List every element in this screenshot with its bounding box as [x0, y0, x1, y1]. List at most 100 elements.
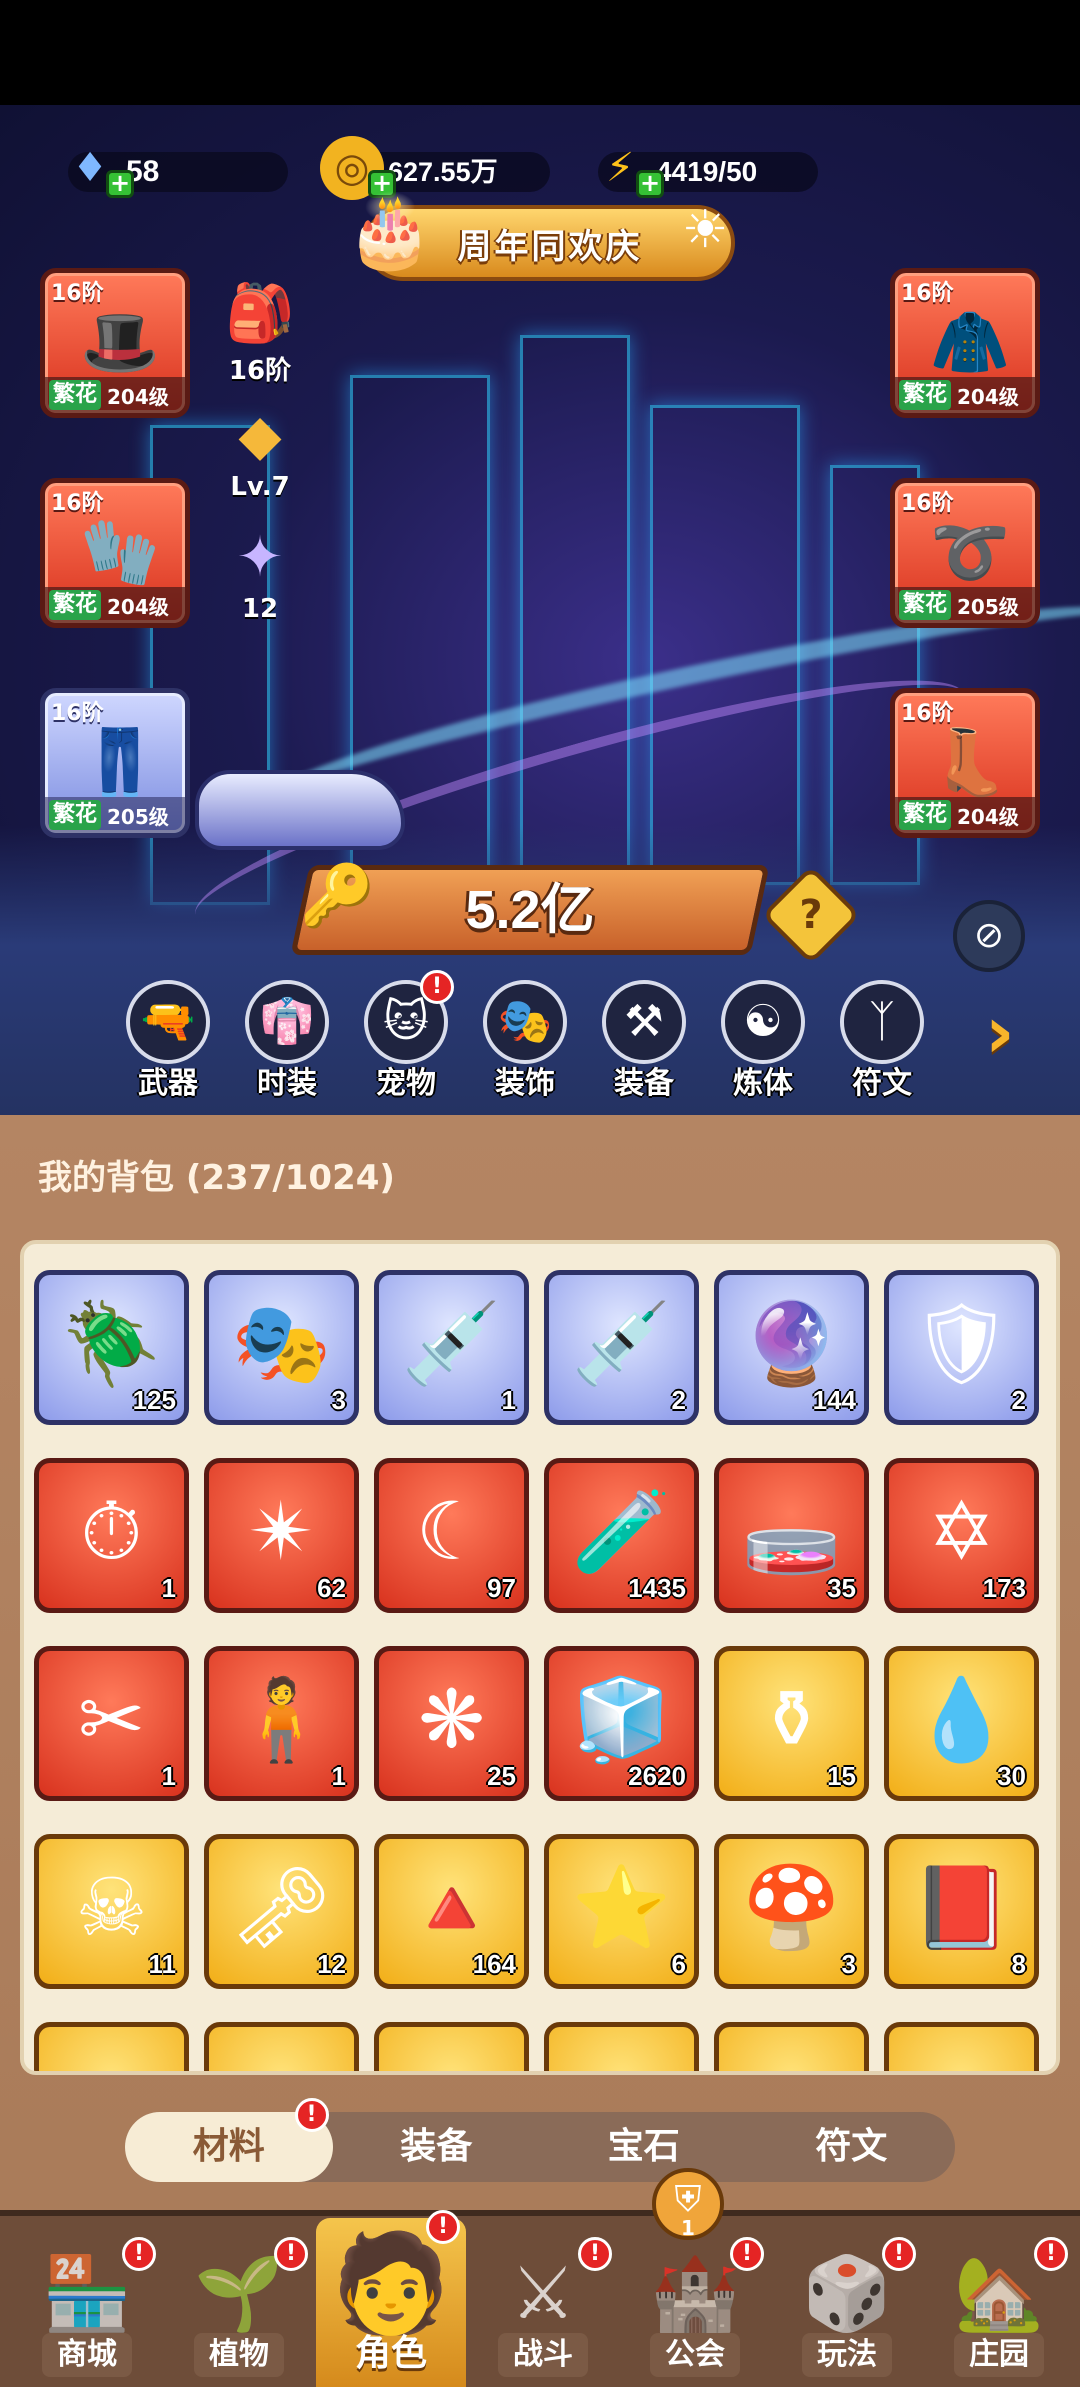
- bag-item[interactable]: [34, 2022, 189, 2071]
- equip-slot-pants[interactable]: 16阶 👖 繁花 205级: [40, 688, 190, 838]
- item-count: 2: [671, 1385, 686, 1415]
- bag-item[interactable]: ⏱ 1: [34, 1458, 189, 1613]
- nav-item[interactable]: 🏰 公会!: [620, 2237, 770, 2385]
- fire-prism-icon: 🔺: [401, 1861, 502, 1954]
- hide-eye-button[interactable]: ⊘: [953, 900, 1025, 972]
- wizard-hat-icon: 🎩: [80, 306, 160, 380]
- filter-tab[interactable]: 宝石: [540, 2112, 748, 2182]
- galaxy-orb[interactable]: ✦ 12: [215, 522, 305, 624]
- bag-item[interactable]: 💉 1: [374, 1270, 529, 1425]
- bag-item[interactable]: 📕 8: [884, 1834, 1039, 1989]
- body-icon: ☯: [721, 980, 805, 1064]
- item-count: 164: [472, 1949, 516, 1979]
- diamond-counter[interactable]: ♦ + 58: [68, 145, 288, 198]
- item-count: 2: [1011, 1385, 1026, 1415]
- item-count: 3: [841, 1949, 856, 1979]
- nav-item[interactable]: 🎲 玩法!: [772, 2237, 922, 2385]
- mask-icon: 🎭: [483, 980, 567, 1064]
- blue-cubes-icon: 🧊: [571, 1673, 672, 1766]
- bag-item[interactable]: 🎭 3: [204, 1270, 359, 1425]
- bag-item[interactable]: [544, 2022, 699, 2071]
- bag-grid[interactable]: 🪲 125 🎭 3 💉 1 💉 2 🔮 144 🛡 2 ⏱ 1 ✴ 62 ☾ 97 🧪 1435 🧫 35 ✡ 173 ✂ 1 🧍 1…: [20, 1240, 1060, 2075]
- alert-badge: !: [730, 2237, 764, 2271]
- bag-item[interactable]: 🛡 2: [884, 1270, 1039, 1425]
- belt-icon: ➰: [930, 516, 1010, 590]
- add-diamond-icon[interactable]: +: [106, 170, 134, 198]
- nav-item[interactable]: 🌱 植物!: [164, 2237, 314, 2385]
- gold-vase-icon: ⚱: [757, 1673, 826, 1766]
- bag-item[interactable]: ✂ 1: [34, 1646, 189, 1801]
- nav-label: 公会: [650, 2333, 740, 2377]
- syringe-icon: 💉: [401, 1297, 502, 1390]
- bag-item[interactable]: ⚱ 15: [714, 1646, 869, 1801]
- tab-body[interactable]: ☯ 炼体: [715, 980, 811, 1102]
- nav-item[interactable]: 🏪 商城!: [12, 2237, 162, 2385]
- coin-counter[interactable]: ◎ + 627.55万: [320, 136, 550, 200]
- bag-item[interactable]: 🍄 3: [714, 1834, 869, 1989]
- gloves-icon: 🧤: [80, 516, 160, 590]
- bag-item[interactable]: 🧊 2620: [544, 1646, 699, 1801]
- tab-rune[interactable]: ᛉ 符文: [834, 980, 930, 1102]
- tab-label: 时装: [257, 1066, 317, 1101]
- filter-tab[interactable]: 符文: [748, 2112, 956, 2182]
- crystal-level[interactable]: ◆ Lv.7: [215, 400, 305, 502]
- item-count: 125: [132, 1385, 176, 1415]
- guild-crest-icon: ⛨: [674, 2179, 702, 2220]
- bag-item[interactable]: [884, 2022, 1039, 2071]
- alert-badge: !: [578, 2237, 612, 2271]
- mask-icon: 🎭: [231, 1297, 332, 1390]
- guild-badge[interactable]: ⛨ 1: [652, 2168, 724, 2240]
- bag-item[interactable]: [714, 2022, 869, 2071]
- tab-weapon[interactable]: 🔫 武器: [120, 980, 216, 1102]
- tab-equipment[interactable]: ⚒ 装备: [596, 980, 692, 1102]
- equip-slot-gloves[interactable]: 16阶 🧤 繁花 204级: [40, 478, 190, 628]
- bag-item[interactable]: 🗝 12: [204, 1834, 359, 1989]
- add-energy-icon[interactable]: +: [636, 170, 664, 198]
- bag-item[interactable]: 💧 30: [884, 1646, 1039, 1801]
- alert-badge: !: [882, 2237, 916, 2271]
- bag-item[interactable]: ❋ 25: [374, 1646, 529, 1801]
- equip-slot-hat[interactable]: 16阶 🎩 繁花 204级: [40, 268, 190, 418]
- coat-icon: 🧥: [930, 306, 1010, 380]
- bag-item[interactable]: 🧪 1435: [544, 1458, 699, 1613]
- energy-counter[interactable]: ⚡ + 4419/50: [598, 145, 818, 198]
- bag-item[interactable]: ✡ 173: [884, 1458, 1039, 1613]
- bag-item[interactable]: 🔺 164: [374, 1834, 529, 1989]
- filter-tab[interactable]: 装备: [333, 2112, 541, 2182]
- bag-item[interactable]: ☾ 97: [374, 1458, 529, 1613]
- bag-item[interactable]: 🔮 144: [714, 1270, 869, 1425]
- tab-mask[interactable]: 🎭 装饰: [477, 980, 573, 1102]
- nav-item[interactable]: 🧑 角色!: [316, 2210, 466, 2387]
- bag-item[interactable]: [374, 2022, 529, 2071]
- nav-item[interactable]: 🏡 庄园!: [924, 2237, 1074, 2385]
- spaceship-weapon: [195, 770, 405, 850]
- chevron-right-icon[interactable]: ›: [985, 990, 1045, 1074]
- status-bar: [0, 0, 1080, 105]
- bag-item[interactable]: 🧍 1: [204, 1646, 359, 1801]
- bag-item[interactable]: ☠ 11: [34, 1834, 189, 1989]
- question-icon: ?: [799, 892, 823, 938]
- tab-costume[interactable]: 👘 时装: [239, 980, 335, 1102]
- equip-slot-belt[interactable]: 16阶 ➰ 繁花 205级: [890, 478, 1040, 628]
- filter-tab[interactable]: 材料!: [125, 2098, 333, 2182]
- nav-item[interactable]: ⚔ 战斗!: [468, 2237, 618, 2385]
- tab-pet[interactable]: 🐱 宠物!: [358, 970, 454, 1102]
- galaxy-orb-icon: ✦: [236, 525, 284, 590]
- equip-slot-boots[interactable]: 16阶 👢 繁花 204级: [890, 688, 1040, 838]
- item-count: 15: [827, 1761, 856, 1791]
- tab-label: 炼体: [733, 1066, 793, 1101]
- bag-item[interactable]: 🪲 125: [34, 1270, 189, 1425]
- bag-item[interactable]: 💉 2: [544, 1270, 699, 1425]
- bag-item[interactable]: 🧫 35: [714, 1458, 869, 1613]
- alert-badge: !: [420, 970, 454, 1004]
- knot-icon: ❋: [417, 1673, 486, 1766]
- clock-card-icon: ⏱: [80, 1485, 143, 1578]
- bag-item[interactable]: ✴ 62: [204, 1458, 359, 1613]
- bag-item[interactable]: ⭐ 6: [544, 1834, 699, 1989]
- equip-slot-coat[interactable]: 16阶 🧥 繁花 204级: [890, 268, 1040, 418]
- tab-label: 装备: [614, 1066, 674, 1101]
- boots-icon: 👢: [930, 726, 1010, 800]
- bag-upgrade[interactable]: 🎒 16阶: [215, 278, 305, 387]
- item-count: 6: [671, 1949, 686, 1979]
- bag-item[interactable]: [204, 2022, 359, 2071]
